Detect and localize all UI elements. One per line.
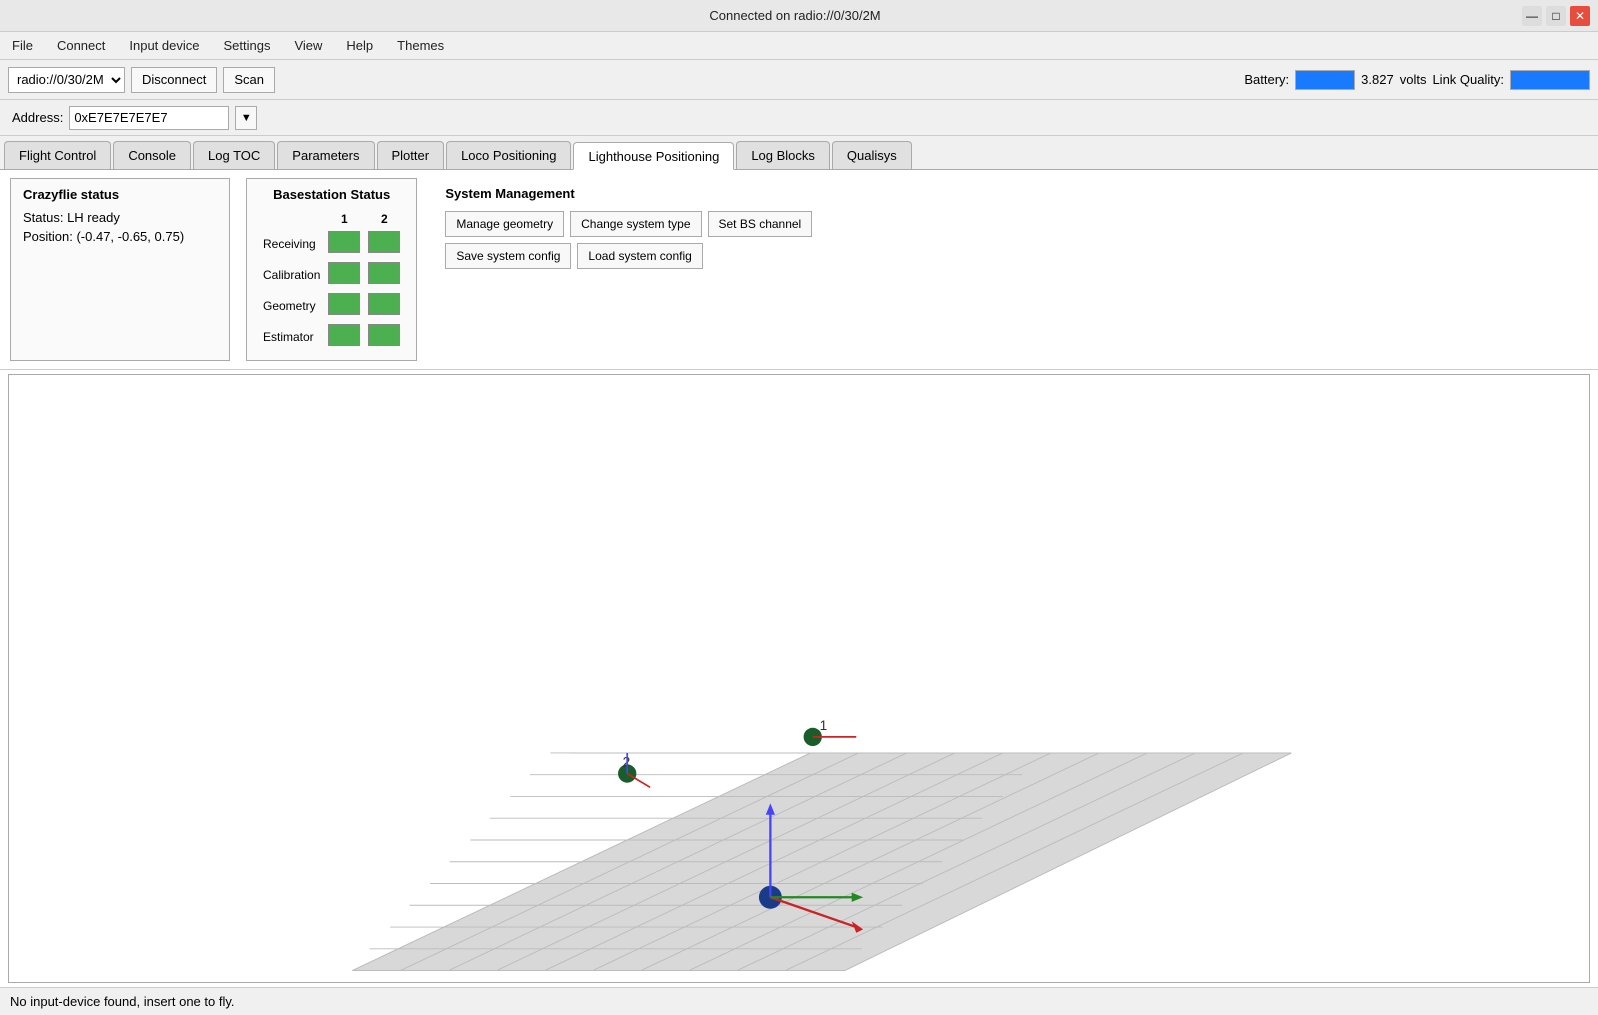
toolbar: radio://0/30/2M Disconnect Scan Battery:… xyxy=(0,60,1598,100)
crazyflie-status-panel: Crazyflie status Status: LH ready Positi… xyxy=(10,178,230,361)
bs-calibration-1 xyxy=(328,262,360,284)
address-arrow[interactable]: ▼ xyxy=(235,106,257,130)
cf-status-title: Crazyflie status xyxy=(23,187,217,202)
change-system-type-button[interactable]: Change system type xyxy=(570,211,701,237)
window-title: Connected on radio://0/30/2M xyxy=(68,8,1522,23)
battery-bar xyxy=(1295,70,1355,90)
battery-value: 3.827 xyxy=(1361,72,1394,87)
bs-col2: 2 xyxy=(364,210,404,228)
tabs: Flight Control Console Log TOC Parameter… xyxy=(0,136,1598,170)
tab-parameters[interactable]: Parameters xyxy=(277,141,374,169)
bs-col1: 1 xyxy=(324,210,364,228)
radio-select[interactable]: radio://0/30/2M xyxy=(8,67,125,93)
bs-geometry-1 xyxy=(328,293,360,315)
battery-section: Battery: 3.827 volts Link Quality: xyxy=(1244,70,1590,90)
bs-geometry-2 xyxy=(368,293,400,315)
address-input[interactable] xyxy=(69,106,229,130)
bs-estimator-1 xyxy=(328,324,360,346)
system-management-panel: System Management Manage geometry Change… xyxy=(433,178,824,361)
status-area: Crazyflie status Status: LH ready Positi… xyxy=(0,170,1598,370)
menu-file[interactable]: File xyxy=(8,36,37,55)
maximize-button[interactable]: □ xyxy=(1546,6,1566,26)
load-system-config-button[interactable]: Load system config xyxy=(577,243,702,269)
battery-label: Battery: xyxy=(1244,72,1289,87)
tab-lighthouse-positioning[interactable]: Lighthouse Positioning xyxy=(573,142,734,170)
disconnect-button[interactable]: Disconnect xyxy=(131,67,217,93)
bs-estimator-2 xyxy=(368,324,400,346)
address-label: Address: xyxy=(12,110,63,125)
tab-plotter[interactable]: Plotter xyxy=(377,141,445,169)
close-button[interactable]: ✕ xyxy=(1570,6,1590,26)
statusbar-text: No input-device found, insert one to fly… xyxy=(10,994,235,1009)
menu-input-device[interactable]: Input device xyxy=(125,36,203,55)
menubar: File Connect Input device Settings View … xyxy=(0,32,1598,60)
grid-group xyxy=(352,753,1291,971)
tab-loco-positioning[interactable]: Loco Positioning xyxy=(446,141,571,169)
basestation-status-panel: Basestation Status 1 2 Receiving xyxy=(246,178,417,361)
save-system-config-button[interactable]: Save system config xyxy=(445,243,571,269)
addressbar: Address: ▼ xyxy=(0,100,1598,136)
cf-status-text: Status: LH ready xyxy=(23,210,217,225)
minimize-button[interactable]: — xyxy=(1522,6,1542,26)
bs-row-receiving: Receiving xyxy=(259,228,404,259)
manage-geometry-button[interactable]: Manage geometry xyxy=(445,211,564,237)
titlebar: Connected on radio://0/30/2M — □ ✕ xyxy=(0,0,1598,32)
bs-status-title: Basestation Status xyxy=(259,187,404,202)
tab-console[interactable]: Console xyxy=(113,141,191,169)
viewport-svg: 1 2 xyxy=(9,375,1589,982)
sys-btn-row-2: Save system config Load system config xyxy=(445,243,812,269)
link-quality-label: Link Quality: xyxy=(1432,72,1504,87)
tab-flight-control[interactable]: Flight Control xyxy=(4,141,111,169)
menu-help[interactable]: Help xyxy=(342,36,377,55)
bs-receiving-2 xyxy=(368,231,400,253)
menu-themes[interactable]: Themes xyxy=(393,36,448,55)
bs-receiving-1 xyxy=(328,231,360,253)
set-bs-channel-button[interactable]: Set BS channel xyxy=(708,211,813,237)
3d-viewport[interactable]: 1 2 xyxy=(8,374,1590,983)
link-quality-bar xyxy=(1510,70,1590,90)
bs-calibration-2 xyxy=(368,262,400,284)
tab-qualisys[interactable]: Qualisys xyxy=(832,141,912,169)
menu-view[interactable]: View xyxy=(290,36,326,55)
tab-log-toc[interactable]: Log TOC xyxy=(193,141,275,169)
cf-position-text: Position: (-0.47, -0.65, 0.75) xyxy=(23,229,217,244)
scan-button[interactable]: Scan xyxy=(223,67,275,93)
menu-connect[interactable]: Connect xyxy=(53,36,109,55)
bs-row-estimator: Estimator xyxy=(259,321,404,352)
statusbar: No input-device found, insert one to fly… xyxy=(0,987,1598,1015)
bs-status-table: 1 2 Receiving Calibration xyxy=(259,210,404,352)
sys-mgmt-title: System Management xyxy=(445,186,812,201)
volts-label: volts xyxy=(1400,72,1427,87)
tab-log-blocks[interactable]: Log Blocks xyxy=(736,141,830,169)
bs-row-geometry: Geometry xyxy=(259,290,404,321)
bs-row-calibration: Calibration xyxy=(259,259,404,290)
sys-btn-row-1: Manage geometry Change system type Set B… xyxy=(445,211,812,237)
lighthouse-1-label: 1 xyxy=(820,718,828,733)
menu-settings[interactable]: Settings xyxy=(219,36,274,55)
main-content: Crazyflie status Status: LH ready Positi… xyxy=(0,170,1598,987)
